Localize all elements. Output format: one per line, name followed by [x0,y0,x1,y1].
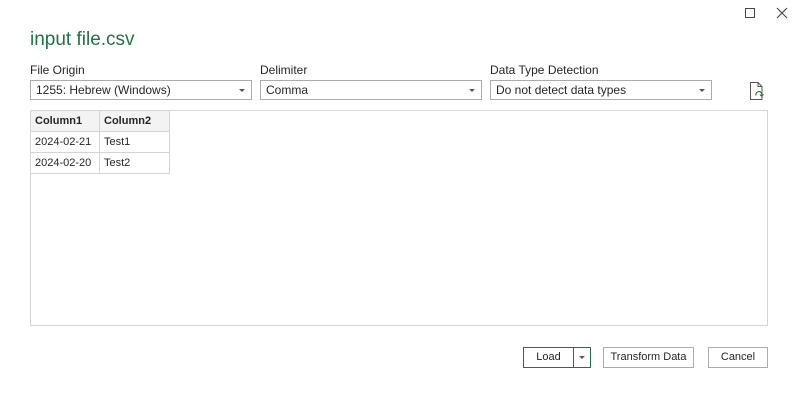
delimiter-select[interactable]: Comma [260,80,482,100]
column-header: Column1 [31,111,100,132]
dialog-title: input file.csv [30,29,135,50]
data-type-detection-select[interactable]: Do not detect data types [490,80,712,100]
data-preview-panel[interactable]: Column1 Column2 2024-02-21 Test1 2024-02… [30,110,768,326]
table-row: 2024-02-21 Test1 [31,131,170,153]
column-header: Column2 [99,111,170,132]
file-origin-select[interactable]: 1255: Hebrew (Windows) [30,80,252,100]
chevron-down-icon [469,89,475,92]
data-type-detection-label: Data Type Detection [490,63,599,77]
maximize-icon [745,8,755,18]
data-type-detection-value: Do not detect data types [496,83,627,97]
delimiter-value: Comma [266,83,309,97]
transform-data-button[interactable]: Transform Data [603,347,694,368]
cancel-button[interactable]: Cancel [708,347,768,368]
table-cell: 2024-02-20 [31,152,100,174]
load-options-button[interactable] [574,348,590,367]
chevron-down-icon [699,89,705,92]
refresh-button[interactable] [748,81,766,101]
preview-table: Column1 Column2 2024-02-21 Test1 2024-02… [31,111,170,174]
chevron-down-icon [579,356,585,359]
table-cell: Test2 [99,152,170,174]
file-origin-value: 1255: Hebrew (Windows) [36,83,171,97]
table-header-row: Column1 Column2 [31,111,170,132]
delimiter-label: Delimiter [260,63,308,77]
close-button[interactable] [771,4,793,22]
maximize-button[interactable] [739,4,761,22]
load-button[interactable]: Load [524,348,574,367]
table-row: 2024-02-20 Test2 [31,152,170,174]
refresh-file-icon [750,82,764,100]
close-icon [776,7,788,19]
table-cell: Test1 [99,131,170,153]
table-cell: 2024-02-21 [31,131,100,153]
import-dialog: input file.csv File Origin 1255: Hebrew … [0,0,798,398]
chevron-down-icon [239,89,245,92]
file-origin-label: File Origin [30,63,85,77]
load-split-button: Load [523,347,591,368]
